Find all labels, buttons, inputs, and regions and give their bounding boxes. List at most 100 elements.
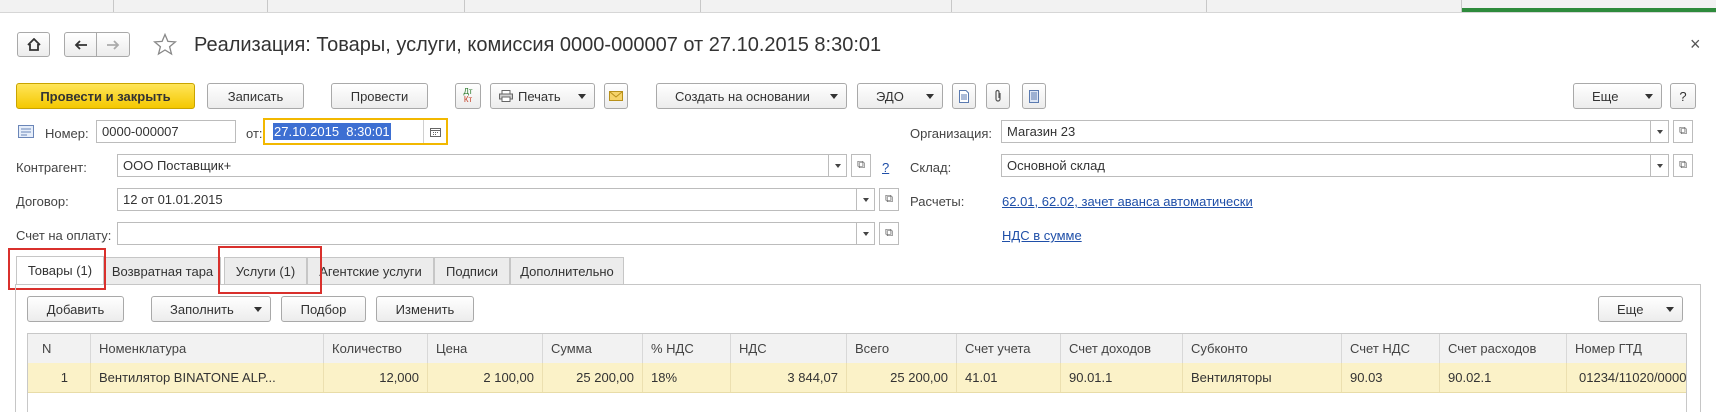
chevron-down-icon xyxy=(1666,306,1674,312)
cell-n[interactable]: 1 xyxy=(28,363,91,392)
invoice-dropdown[interactable] xyxy=(857,222,875,245)
edo-button[interactable]: ЭДО xyxy=(857,83,943,109)
number-field[interactable]: 0000-000007 xyxy=(96,120,236,143)
column-header-account[interactable]: Счет учета xyxy=(957,334,1061,363)
home-icon xyxy=(26,38,41,51)
column-header-vat[interactable]: НДС xyxy=(731,334,847,363)
add-row-button[interactable]: Добавить xyxy=(27,296,124,322)
organization-open-button[interactable]: ⧉ xyxy=(1673,120,1693,143)
column-header-amount[interactable]: Сумма xyxy=(543,334,643,363)
cell-vat[interactable]: 3 844,07 xyxy=(731,363,847,392)
print-button[interactable]: Печать xyxy=(490,83,595,109)
invoice-open-button[interactable]: ⧉ xyxy=(879,222,899,245)
more-actions-button[interactable]: Еще xyxy=(1573,83,1662,109)
home-button[interactable] xyxy=(17,32,50,57)
invoice-field[interactable] xyxy=(117,222,857,245)
organization-dropdown[interactable] xyxy=(1651,120,1669,143)
edo-label: ЭДО xyxy=(876,88,904,104)
chevron-down-icon xyxy=(254,306,262,312)
attach-files-button[interactable] xyxy=(986,83,1010,109)
cell-income-account[interactable]: 90.01.1 xyxy=(1061,363,1183,392)
chevron-down-icon xyxy=(830,93,838,99)
column-header-quantity[interactable]: Количество xyxy=(324,334,428,363)
forward-button[interactable] xyxy=(97,32,130,57)
column-header-income-account[interactable]: Счет доходов xyxy=(1061,334,1183,363)
warehouse-dropdown[interactable] xyxy=(1651,154,1669,177)
goods-table[interactable]: N Номенклатура Количество Цена Сумма % Н… xyxy=(27,333,1687,412)
favorite-star-button[interactable] xyxy=(152,31,178,57)
chevron-down-icon xyxy=(1656,129,1663,134)
post-button[interactable]: Провести xyxy=(331,83,428,109)
organization-field[interactable]: Магазин 23 xyxy=(1001,120,1651,143)
table-more-button[interactable]: Еще xyxy=(1598,296,1683,322)
table-row[interactable]: 1 Вентилятор BINATONE ALP... 12,000 2 10… xyxy=(28,363,1686,393)
document-structure-button[interactable] xyxy=(952,83,976,109)
dt-kt-button[interactable]: Дт Кт xyxy=(455,83,481,109)
post-and-close-button[interactable]: Провести и закрыть xyxy=(16,83,195,109)
cell-total[interactable]: 25 200,00 xyxy=(847,363,957,392)
contractor-field[interactable]: ООО Поставщик+ xyxy=(117,154,829,177)
cell-price[interactable]: 2 100,00 xyxy=(428,363,543,392)
contract-field[interactable]: 12 от 01.01.2015 xyxy=(117,188,857,211)
fill-button[interactable]: Заполнить xyxy=(151,296,271,322)
cell-vat-account[interactable]: 90.03 xyxy=(1342,363,1440,392)
strip-divider xyxy=(464,0,465,12)
page-title: Реализация: Товары, услуги, комиссия 000… xyxy=(194,34,882,56)
tab-agent-services[interactable]: Агентские услуги xyxy=(307,257,434,284)
tab-returnable-containers[interactable]: Возвратная тара xyxy=(104,257,221,284)
back-button[interactable] xyxy=(64,32,97,57)
contract-label: Договор: xyxy=(16,194,69,209)
warehouse-field[interactable]: Основной склад xyxy=(1001,154,1651,177)
column-header-n[interactable]: N xyxy=(28,334,91,363)
contract-dropdown[interactable] xyxy=(857,188,875,211)
cell-amount[interactable]: 25 200,00 xyxy=(543,363,643,392)
contractor-open-button[interactable]: ⧉ xyxy=(851,154,871,177)
send-email-button[interactable] xyxy=(604,83,628,109)
warehouse-open-button[interactable]: ⧉ xyxy=(1673,154,1693,177)
cell-expense-account[interactable]: 90.02.1 xyxy=(1440,363,1567,392)
calendar-icon xyxy=(429,127,441,137)
column-header-price[interactable]: Цена xyxy=(428,334,543,363)
kt-label: Кт xyxy=(463,95,473,104)
select-items-button[interactable]: Подбор xyxy=(281,296,366,322)
cell-quantity[interactable]: 12,000 xyxy=(324,363,428,392)
column-header-total[interactable]: Всего xyxy=(847,334,957,363)
help-button[interactable]: ? xyxy=(1670,83,1696,109)
fill-label: Заполнить xyxy=(170,301,234,317)
settlements-label: Расчеты: xyxy=(910,194,965,209)
settlements-link[interactable]: 62.01, 62.02, зачет аванса автоматически xyxy=(1002,194,1253,209)
strip-divider xyxy=(700,0,701,12)
cell-gtd-number[interactable]: 01234/11020/0000000 xyxy=(1567,363,1686,392)
cell-subconto[interactable]: Вентиляторы xyxy=(1183,363,1342,392)
print-label: Печать xyxy=(518,88,561,104)
create-based-on-button[interactable]: Создать на основании xyxy=(656,83,847,109)
calendar-button[interactable] xyxy=(423,120,446,143)
date-label: от: xyxy=(246,126,263,141)
contractor-help-link[interactable]: ? xyxy=(882,160,889,175)
tab-signatures[interactable]: Подписи xyxy=(434,257,510,284)
chevron-down-icon xyxy=(834,163,841,168)
date-field[interactable]: 27.10.2015 8:30:01 xyxy=(263,118,448,145)
vat-in-amount-link[interactable]: НДС в сумме xyxy=(1002,228,1082,243)
column-header-vat-rate[interactable]: % НДС xyxy=(643,334,731,363)
cell-vat-rate[interactable]: 18% xyxy=(643,363,731,392)
change-button[interactable]: Изменить xyxy=(376,296,474,322)
cell-account[interactable]: 41.01 xyxy=(957,363,1061,392)
contractor-dropdown[interactable] xyxy=(829,154,847,177)
save-button[interactable]: Записать xyxy=(207,83,304,109)
chevron-down-icon xyxy=(862,231,869,236)
column-header-gtd-number[interactable]: Номер ГТД xyxy=(1567,334,1686,363)
strip-divider xyxy=(951,0,952,12)
tab-additional[interactable]: Дополнительно xyxy=(510,257,624,284)
contract-open-button[interactable]: ⧉ xyxy=(879,188,899,211)
close-button[interactable]: × xyxy=(1690,34,1701,55)
column-header-nomenclature[interactable]: Номенклатура xyxy=(91,334,324,363)
report-button[interactable] xyxy=(1022,83,1046,109)
window-tabs-strip xyxy=(0,0,1716,13)
more-label: Еще xyxy=(1592,88,1619,104)
column-header-subconto[interactable]: Субконто xyxy=(1183,334,1342,363)
cell-nomenclature[interactable]: Вентилятор BINATONE ALP... xyxy=(91,363,324,392)
active-window-tab-indicator[interactable] xyxy=(1462,8,1716,12)
column-header-expense-account[interactable]: Счет расходов xyxy=(1440,334,1567,363)
column-header-vat-account[interactable]: Счет НДС xyxy=(1342,334,1440,363)
